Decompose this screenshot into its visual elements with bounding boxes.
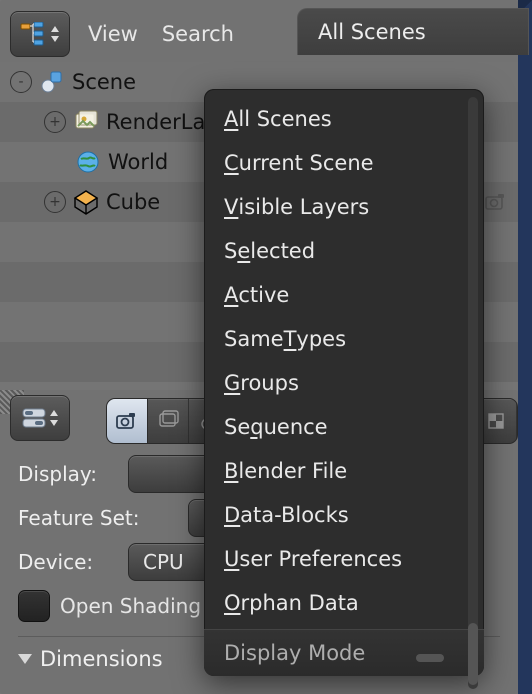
menu-item-current-scene[interactable]: Current Scene [204, 141, 484, 185]
display-mode-menu: All ScenesCurrent SceneVisible LayersSel… [204, 89, 484, 676]
tab-render[interactable] [107, 399, 148, 443]
display-mode-label: All Scenes [318, 20, 426, 44]
menu-item-selected[interactable]: Selected [204, 229, 484, 273]
tree-label: World [108, 150, 168, 174]
texture-icon [486, 411, 506, 431]
menu-item-blender-file[interactable]: Blender File [204, 449, 484, 493]
osl-checkbox[interactable] [18, 590, 50, 622]
menu-scrollbar[interactable] [468, 97, 478, 689]
menu-item-orphan-data[interactable]: Orphan Data [204, 581, 484, 625]
feature-set-label: Feature Set: [18, 506, 178, 530]
menu-item-groups[interactable]: Groups [204, 361, 484, 405]
tree-label: Cube [106, 190, 160, 214]
device-label: Device: [18, 550, 118, 574]
editor-type-selector[interactable] [10, 395, 70, 441]
world-icon [74, 148, 102, 176]
camera-icon [115, 410, 139, 432]
menu-item-visible-layers[interactable]: Visible Layers [204, 185, 484, 229]
scene-icon [38, 68, 66, 96]
expand-icon[interactable]: + [44, 111, 66, 133]
menu-item-data-blocks[interactable]: Data-Blocks [204, 493, 484, 537]
menu-grip[interactable] [416, 654, 444, 662]
window-edge [518, 0, 532, 694]
chevron-down-icon [18, 654, 32, 664]
menu-item-same-types[interactable]: Same Types [204, 317, 484, 361]
renderlayers-icon [72, 108, 100, 136]
menu-item-sequence[interactable]: Sequence [204, 405, 484, 449]
tree-label: Scene [72, 70, 136, 94]
menu-view[interactable]: View [82, 22, 144, 46]
display-label: Display: [18, 462, 118, 486]
editor-type-selector[interactable] [10, 11, 70, 57]
expand-icon[interactable]: + [44, 191, 66, 213]
menu-footer: Display Mode [204, 629, 484, 676]
renderable-icon[interactable] [484, 191, 508, 213]
display-mode-dropdown-button[interactable]: All Scenes [297, 8, 529, 55]
renderlayers-icon [157, 410, 179, 432]
menu-footer-label: Display Mode [224, 641, 365, 665]
updown-icon [50, 24, 60, 44]
panel-dimensions-label: Dimensions [40, 647, 163, 671]
menu-item-all-scenes[interactable]: All Scenes [204, 97, 484, 141]
menu-search[interactable]: Search [156, 22, 240, 46]
collapse-icon[interactable]: - [10, 71, 32, 93]
properties-icon [21, 407, 47, 429]
updown-icon [49, 408, 59, 428]
menu-item-active[interactable]: Active [204, 273, 484, 317]
tab-renderlayers[interactable] [148, 399, 189, 443]
mesh-icon [72, 188, 100, 216]
scroll-thumb[interactable] [468, 623, 478, 685]
menu-item-user-preferences[interactable]: User Preferences [204, 537, 484, 581]
outliner-icon [20, 22, 48, 46]
